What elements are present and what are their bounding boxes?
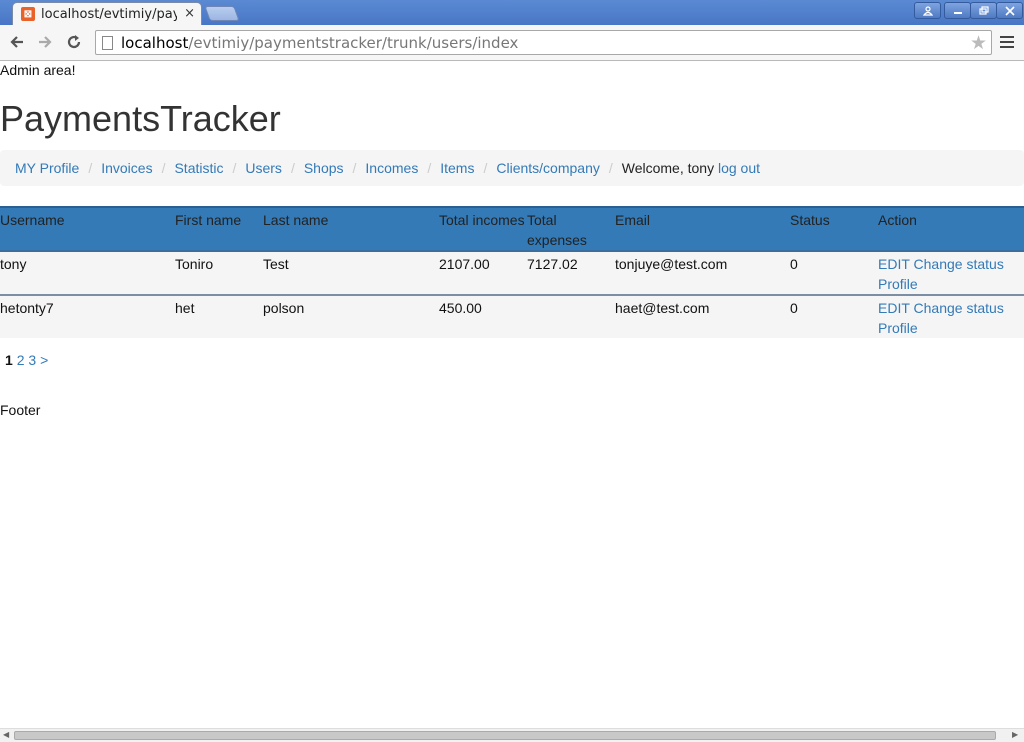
column-header[interactable]: Total incomes [439,206,527,251]
cell-username: hetonty7 [0,294,175,338]
cell-actions: EDIT Change status Profile [878,250,1024,295]
address-bar[interactable]: localhost/evtimiy/paymentstracker/trunk/… [95,30,992,55]
page-icon [102,35,113,50]
cell-total-incomes: 2107.00 [439,250,527,295]
xampp-favicon-icon: ⊠ [21,7,35,21]
profile-link[interactable]: Profile [878,320,918,336]
bookmark-star-icon[interactable]: ★ [970,32,987,54]
breadcrumb-separator: / [161,160,166,176]
column-header[interactable]: Email [615,206,790,251]
minimize-icon[interactable] [944,2,971,19]
cell-status: 0 [790,250,878,295]
breadcrumb-separator: / [483,160,488,176]
change-status-link[interactable]: Change status [914,300,1004,316]
logout-link[interactable]: log out [718,160,760,176]
url-text: localhost/evtimiy/paymentstracker/trunk/… [121,33,519,52]
nav-statistic[interactable]: Statistic [174,160,223,176]
breadcrumb-separator: / [88,160,93,176]
restore-icon[interactable] [970,2,997,19]
nav-shops[interactable]: Shops [304,160,344,176]
change-status-link[interactable]: Change status [914,256,1004,272]
scrollbar-thumb[interactable] [14,731,996,740]
admin-area-label: Admin area! [0,62,76,78]
browser-toolbar: localhost/evtimiy/paymentstracker/trunk/… [0,25,1024,61]
tab-title: localhost/evtimiy/paymentstracker/trunk/… [41,6,177,22]
users-table: Username First name Last name Total inco… [0,206,1024,338]
hamburger-menu-icon[interactable] [999,34,1015,50]
cell-total-incomes: 450.00 [439,294,527,338]
breadcrumb-separator: / [427,160,432,176]
table-row: hetonty7 het polson 450.00 haet@test.com… [0,294,1024,338]
breadcrumb-separator: / [608,160,613,176]
nav-incomes[interactable]: Incomes [365,160,418,176]
cell-email: haet@test.com [615,294,790,338]
edit-link[interactable]: EDIT [878,300,910,316]
table-header-row: Username First name Last name Total inco… [0,206,1024,251]
column-header[interactable]: First name [175,206,263,251]
table-row: tony Toniro Test 2107.00 7127.02 tonjuye… [0,250,1024,295]
cell-first-name: Toniro [175,250,263,295]
footer: Footer [0,402,41,418]
column-header[interactable]: Status [790,206,878,251]
pagination-next[interactable]: > [40,352,48,368]
cell-last-name: Test [263,250,439,295]
tab-strip: ⊠ localhost/evtimiy/paymentstracker/trun… [0,0,1024,25]
page-content: Admin area! PaymentsTracker MY Profile /… [0,62,1024,728]
user-profile-icon[interactable] [914,2,941,19]
new-tab-button[interactable] [204,6,240,21]
breadcrumb-separator: / [290,160,295,176]
cell-total-expenses: 7127.02 [527,250,615,295]
browser-tab[interactable]: ⊠ localhost/evtimiy/paymentstracker/trun… [12,2,202,25]
pagination-page-3[interactable]: 3 [28,352,36,368]
cell-last-name: polson [263,294,439,338]
cell-total-expenses [527,294,615,338]
column-header[interactable]: Total expenses [527,206,615,251]
cell-username: tony [0,250,175,295]
cell-status: 0 [790,294,878,338]
pagination-current: 1 [5,352,13,368]
welcome-text: Welcome, tony [621,160,715,176]
breadcrumb-nav: MY Profile / Invoices / Statistic / User… [0,150,1024,186]
breadcrumb-separator: / [352,160,357,176]
nav-items[interactable]: Items [440,160,474,176]
profile-link[interactable]: Profile [878,276,918,292]
column-header: Action [878,206,1024,251]
cell-first-name: het [175,294,263,338]
scroll-right-icon[interactable]: ▶ [1012,730,1018,739]
page-title: PaymentsTracker [0,98,281,139]
breadcrumb-separator: / [232,160,237,176]
pagination: 1 2 3 > [5,352,48,368]
pagination-page-2[interactable]: 2 [17,352,25,368]
close-window-icon[interactable] [996,2,1023,19]
cell-actions: EDIT Change status Profile [878,294,1024,338]
column-header[interactable]: Username [0,206,175,251]
nav-users[interactable]: Users [245,160,282,176]
nav-clients-company[interactable]: Clients/company [496,160,600,176]
reload-icon[interactable] [63,30,85,54]
cell-email: tonjuye@test.com [615,250,790,295]
horizontal-scrollbar[interactable]: ◀ ▶ [0,728,1024,742]
column-header[interactable]: Last name [263,206,439,251]
back-arrow-icon[interactable] [6,30,28,54]
nav-invoices[interactable]: Invoices [101,160,152,176]
forward-arrow-icon[interactable] [34,30,56,54]
nav-my-profile[interactable]: MY Profile [15,160,79,176]
scroll-left-icon[interactable]: ◀ [3,730,9,739]
tab-close-icon[interactable]: × [184,6,195,21]
edit-link[interactable]: EDIT [878,256,910,272]
